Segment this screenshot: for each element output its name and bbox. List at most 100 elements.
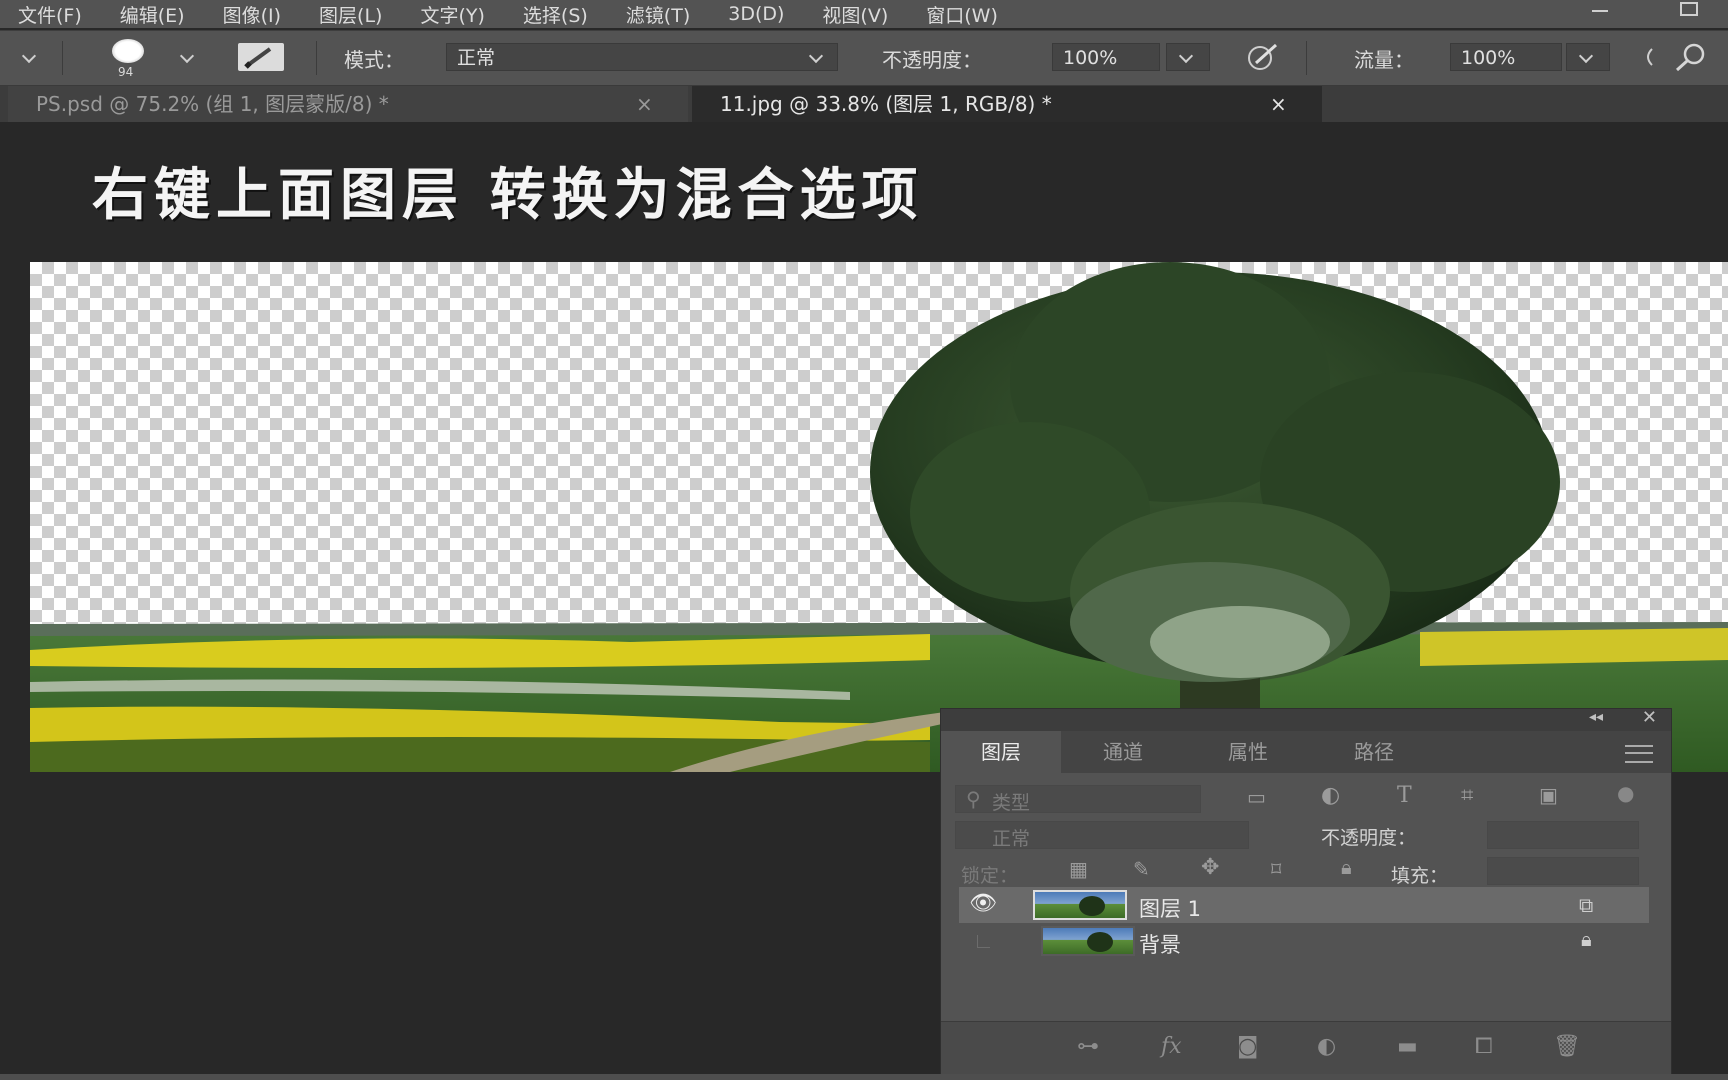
maximize-button[interactable] xyxy=(1664,0,1710,26)
flow-input[interactable]: 100% xyxy=(1450,43,1562,71)
menu-window[interactable]: 窗口(W) xyxy=(926,1,998,28)
lock-image-pixels-icon[interactable]: ✎ xyxy=(1133,857,1150,881)
new-layer-icon[interactable]: ⧠ xyxy=(1475,1034,1493,1059)
airbrush-button[interactable] xyxy=(1640,45,1660,69)
fill-input[interactable] xyxy=(1487,857,1639,885)
collapse-panel-icon[interactable]: ◂◂ xyxy=(1589,709,1603,725)
menu-type[interactable]: 文字(Y) xyxy=(420,1,484,28)
new-group-icon[interactable]: ▬ xyxy=(1397,1034,1418,1059)
lock-position-icon[interactable]: ✥ xyxy=(1201,855,1219,880)
delete-layer-icon[interactable]: 🗑︎ xyxy=(1553,1034,1581,1059)
opacity-label: 不透明度： xyxy=(882,48,982,72)
divider xyxy=(62,41,63,75)
brush-size-label: 94 xyxy=(118,65,134,79)
opacity-input[interactable]: 100% xyxy=(1052,43,1160,71)
search-button[interactable] xyxy=(1668,41,1712,73)
divider xyxy=(316,41,317,75)
tab-properties[interactable]: 属性 xyxy=(1185,731,1311,773)
layers-panel-footer: ⊶ fx ◙ ◐ ▬ ⧠ 🗑︎ xyxy=(941,1021,1671,1074)
layers-panel: ◂◂ ✕ 图层 通道 属性 路径 ⚲ 类型 ▭ ◐ T ⌗ ▣ ● 正常 不透明… xyxy=(940,707,1672,1075)
tab-close-button[interactable]: × xyxy=(1270,86,1287,122)
shape-layer-filter-icon[interactable]: ⌗ xyxy=(1461,783,1473,808)
opacity-dropdown-button[interactable] xyxy=(1166,43,1210,71)
landscape-image xyxy=(30,262,1728,772)
menu-select[interactable]: 选择(S) xyxy=(523,1,588,28)
menu-3d[interactable]: 3D(D) xyxy=(728,3,784,25)
status-bar xyxy=(0,1074,1728,1080)
menu-layer[interactable]: 图层(L) xyxy=(319,1,382,28)
pressure-opacity-button[interactable] xyxy=(1242,41,1282,73)
layer-opacity-label: 不透明度： xyxy=(1321,827,1417,849)
type-layer-filter-icon[interactable]: T xyxy=(1397,783,1412,808)
layer-thumbnail xyxy=(1041,926,1135,956)
fill-label: 填充： xyxy=(1391,865,1449,887)
blend-mode-dropdown[interactable]: 正常 xyxy=(955,821,1249,850)
menu-filter[interactable]: 滤镜(T) xyxy=(626,1,690,28)
smart-object-filter-icon[interactable]: ▣ xyxy=(1539,783,1558,807)
adjustment-layer-icon[interactable]: ◐ xyxy=(1317,1034,1336,1059)
options-bar: 94 模式： 正常 不透明度： 100% 流量： 100% xyxy=(0,30,1728,86)
document-canvas[interactable] xyxy=(30,262,1728,772)
flow-label: 流量： xyxy=(1354,48,1414,72)
tab-channels[interactable]: 通道 xyxy=(1061,731,1185,773)
chevron-down-icon xyxy=(1178,48,1194,64)
mode-dropdown[interactable]: 正常 xyxy=(446,43,838,71)
minimize-button[interactable] xyxy=(1576,0,1622,26)
panel-menu-icon[interactable] xyxy=(1625,745,1653,763)
tab-ps-psd[interactable]: PS.psd @ 75.2% (组 1, 图层蒙版/8) * × xyxy=(8,86,688,122)
menu-file[interactable]: 文件(F) xyxy=(18,1,82,28)
flow-value: 100% xyxy=(1461,47,1516,69)
menu-image[interactable]: 图像(I) xyxy=(223,1,281,28)
chevron-down-icon xyxy=(808,48,824,64)
tutorial-caption: 右键上面图层 转换为混合选项 xyxy=(92,163,924,228)
layer-row-background[interactable]: 背景 🔒︎ xyxy=(959,923,1649,959)
pressure-pen-icon xyxy=(1248,43,1278,70)
blend-mode-value: 正常 xyxy=(992,828,1031,850)
filter-type-label: 类型 xyxy=(992,792,1031,814)
filter-toggle-icon[interactable]: ● xyxy=(1617,781,1634,805)
tab-close-button[interactable]: × xyxy=(636,86,653,122)
layer-filter-dropdown[interactable]: ⚲ 类型 xyxy=(955,785,1201,814)
brush-settings-icon xyxy=(244,47,272,69)
tab-label: 11.jpg @ 33.8% (图层 1, RGB/8) * xyxy=(720,92,1052,116)
tool-preset-chevron-icon[interactable] xyxy=(21,48,37,64)
add-mask-icon[interactable]: ◙ xyxy=(1237,1034,1258,1059)
search-icon: ⚲ xyxy=(966,787,981,811)
layer-thumbnail xyxy=(1033,890,1127,920)
minimize-icon xyxy=(1592,10,1608,12)
lock-all-icon[interactable]: 🔒︎ xyxy=(1341,855,1352,879)
divider xyxy=(1306,41,1307,75)
menu-edit[interactable]: 编辑(E) xyxy=(120,1,185,28)
close-panel-icon[interactable]: ✕ xyxy=(1642,707,1657,728)
brush-preset-chevron-icon[interactable] xyxy=(179,48,195,64)
document-tab-bar: PS.psd @ 75.2% (组 1, 图层蒙版/8) * × 11.jpg … xyxy=(0,86,1728,122)
layer-name[interactable]: 背景 xyxy=(1139,929,1181,959)
lock-artboard-icon[interactable]: ⌑ xyxy=(1271,857,1281,881)
tab-layers[interactable]: 图层 xyxy=(941,731,1061,773)
adjustment-layer-filter-icon[interactable]: ◐ xyxy=(1321,783,1340,808)
brush-preset-picker[interactable]: 94 xyxy=(108,37,148,79)
layer-name[interactable]: 图层 1 xyxy=(1139,893,1201,923)
brush-tip-icon xyxy=(112,39,144,63)
panel-titlebar: ◂◂ ✕ xyxy=(941,707,1671,731)
tab-paths[interactable]: 路径 xyxy=(1311,731,1437,773)
layer-opacity-input[interactable] xyxy=(1487,821,1639,849)
pixel-layer-filter-icon[interactable]: ▭ xyxy=(1247,785,1266,809)
menu-bar: 文件(F) 编辑(E) 图像(I) 图层(L) 文字(Y) 选择(S) 滤镜(T… xyxy=(0,0,1728,28)
layer-row-layer-1[interactable]: 👁︎ 图层 1 ⧉ xyxy=(959,887,1649,923)
lock-transparent-pixels-icon[interactable]: ▦ xyxy=(1069,857,1088,881)
mode-value: 正常 xyxy=(457,47,496,69)
visibility-toggle-empty[interactable] xyxy=(977,935,990,948)
lock-label: 锁定： xyxy=(961,865,1019,887)
tab-label: PS.psd @ 75.2% (组 1, 图层蒙版/8) * xyxy=(36,92,389,116)
mode-label: 模式： xyxy=(344,48,404,72)
link-layers-icon[interactable]: ⊶ xyxy=(1077,1034,1099,1059)
tab-11-jpg[interactable]: 11.jpg @ 33.8% (图层 1, RGB/8) * × xyxy=(692,86,1322,122)
menu-view[interactable]: 视图(V) xyxy=(822,1,888,28)
fx-icon[interactable]: fx xyxy=(1161,1034,1182,1059)
brush-settings-button[interactable] xyxy=(238,43,284,71)
flow-dropdown-button[interactable] xyxy=(1566,43,1610,71)
eye-icon[interactable]: 👁︎ xyxy=(969,891,997,916)
search-icon xyxy=(1675,43,1705,72)
airbrush-icon xyxy=(1647,48,1653,66)
